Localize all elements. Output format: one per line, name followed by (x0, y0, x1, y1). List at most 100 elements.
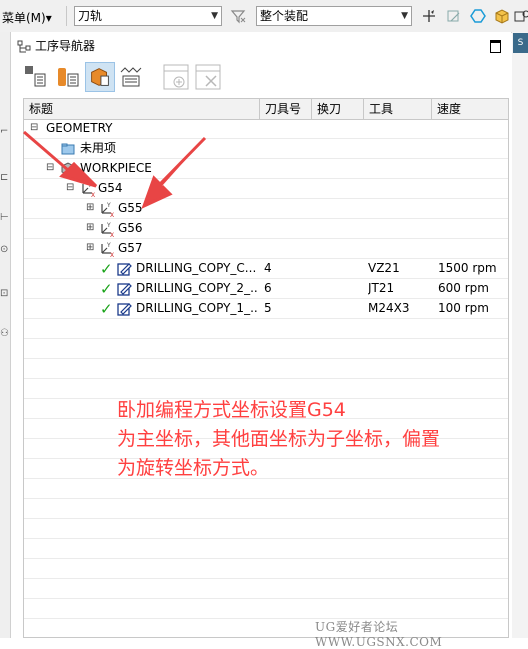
annotation-line-2: 为主坐标，其他面坐标为子坐标，偏置 (117, 428, 441, 450)
empty-row (24, 539, 508, 559)
tree-row-label: G56 (118, 221, 143, 235)
column-header-speed[interactable]: 速度 (432, 99, 508, 119)
annotation-line-1: 卧加编程方式坐标设置G54 (117, 399, 346, 421)
endpoint-icon[interactable] (446, 8, 462, 24)
tool-cell: M24X3 (368, 301, 410, 315)
top-toolbar: 菜单(M)▾ 刀轨 ▼ 整个装配 ▼ (0, 0, 528, 33)
drilling-operation-icon (117, 303, 132, 316)
tree-row-label: G57 (118, 241, 143, 255)
empty-row (24, 599, 508, 619)
tool-number-cell: 4 (264, 261, 272, 275)
annotation-text: 卧加编程方式坐标设置G54 为主坐标，其他面坐标为子坐标，偏置 为旋转坐标方式。 (117, 396, 512, 483)
svg-text:Y: Y (87, 182, 92, 189)
expand-icon[interactable]: ⊞ (86, 243, 94, 253)
tree-row-operation[interactable]: ✓ DRILLING_COPY_2_... 6 JT21 600 rpm (24, 279, 508, 299)
svg-text:Y: Y (106, 222, 111, 229)
geometry-view-button[interactable] (85, 62, 115, 92)
snap-point-icon[interactable] (421, 8, 437, 24)
svg-text:X: X (110, 212, 114, 217)
right-dock-tab[interactable]: S (513, 33, 528, 53)
tree-row-label: DRILLING_COPY_1_... (136, 301, 258, 315)
complete-checkmark-icon: ✓ (100, 280, 113, 298)
empty-row (24, 579, 508, 599)
empty-row (24, 519, 508, 539)
tree-row-g56[interactable]: ⊞ Y X G56 (24, 219, 508, 239)
tree-row-operation[interactable]: ✓ DRILLING_COPY_C... 4 VZ21 1500 rpm (24, 259, 508, 279)
history-tab-icon[interactable]: ⊙ (0, 244, 9, 256)
workpiece-icon (61, 162, 75, 176)
empty-row (24, 499, 508, 519)
tree-row-g57[interactable]: ⊞ Y X G57 (24, 239, 508, 259)
svg-text:Y: Y (106, 202, 111, 209)
delete-view-button[interactable] (193, 62, 223, 92)
annotation-line-3: 为旋转坐标方式。 (117, 457, 270, 479)
assembly-tab-icon[interactable]: ⊢ (0, 212, 9, 224)
type-filter-select[interactable]: 刀轨 ▼ (74, 6, 222, 26)
tool-number-cell: 5 (264, 301, 272, 315)
speed-cell: 1500 rpm (438, 261, 497, 275)
empty-row (24, 559, 508, 579)
navigator-tab-icon[interactable]: ⊏ (0, 172, 9, 184)
column-header-tool-number[interactable]: 刀具号 (260, 99, 312, 119)
panel-header: 工序导航器 (17, 36, 95, 56)
chevron-down-icon: ▼ (401, 11, 408, 21)
selection-filter-icon[interactable] (230, 8, 246, 24)
assembly-scope-select[interactable]: 整个装配 ▼ (256, 6, 412, 26)
menu-label: 菜单(M) (2, 11, 46, 25)
mcs-icon: Y X (101, 202, 114, 217)
operation-navigator-panel: 工序导航器 标题 刀具号 换刀 工具 速度 ⊟ GEOMETRY 未用项 ⊟ W… (11, 32, 511, 638)
empty-row (24, 339, 508, 359)
maximize-icon[interactable] (490, 40, 501, 53)
type-filter-value: 刀轨 (78, 9, 103, 23)
operation-tree-table: 标题 刀具号 换刀 工具 速度 ⊟ GEOMETRY 未用项 ⊟ WORKPIE… (23, 98, 509, 638)
table-header: 标题 刀具号 换刀 工具 速度 (24, 99, 508, 120)
collapse-icon[interactable]: ⊟ (46, 163, 54, 173)
machine-tool-view-button[interactable] (53, 62, 83, 92)
program-order-view-button[interactable] (21, 62, 51, 92)
speed-cell: 100 rpm (438, 301, 489, 315)
tree-row-g55[interactable]: ⊞ Y X G55 (24, 199, 508, 219)
create-operation-button[interactable] (161, 62, 191, 92)
tool-number-cell: 6 (264, 281, 272, 295)
operation-navigator-icon (17, 40, 31, 52)
resource-bar: ⌐ ⊏ ⊢ ⊙ ⊡ ⚇ (0, 32, 11, 638)
tool-cell: JT21 (368, 281, 395, 295)
tree-row-operation[interactable]: ✓ DRILLING_COPY_1_... 5 M24X3 100 rpm (24, 299, 508, 319)
drilling-operation-icon (117, 263, 132, 276)
hexagon-icon[interactable] (470, 8, 486, 24)
part-box-icon[interactable] (494, 8, 510, 24)
speed-cell: 600 rpm (438, 281, 489, 295)
mcs-icon: Y X (101, 242, 114, 257)
empty-row (24, 359, 508, 379)
menu-button[interactable]: 菜单(M)▾ (2, 9, 52, 26)
empty-row (24, 319, 508, 339)
panel-title: 工序导航器 (35, 39, 96, 53)
drilling-operation-icon (117, 283, 132, 296)
tree-row-unused-items[interactable]: 未用项 (24, 139, 508, 159)
tree-row-workpiece[interactable]: ⊟ WORKPIECE (24, 159, 508, 179)
machining-method-view-button[interactable] (117, 62, 147, 92)
chevron-down-icon: ▼ (211, 11, 218, 21)
reuse-library-tab-icon[interactable]: ⊡ (0, 288, 9, 300)
column-header-title[interactable]: 标题 (24, 99, 260, 119)
tree-row-geometry[interactable]: ⊟ GEOMETRY (24, 119, 508, 139)
column-header-tool-change[interactable]: 换刀 (312, 99, 364, 119)
collapse-icon[interactable]: ⊟ (30, 123, 38, 133)
tree-row-label: 未用项 (80, 141, 117, 155)
svg-text:Y: Y (106, 242, 111, 249)
region-select-icon[interactable] (514, 8, 528, 24)
roles-tab-icon[interactable]: ⚇ (0, 328, 9, 340)
collapse-icon[interactable]: ⊟ (66, 183, 74, 193)
tree-row-label: G55 (118, 201, 143, 215)
tree-row-g54[interactable]: ⊟ Y X G54 (24, 179, 508, 199)
tree-row-label: WORKPIECE (80, 161, 152, 175)
expand-icon[interactable]: ⊞ (86, 203, 94, 213)
tree-row-label: G54 (98, 181, 123, 195)
resource-tab-icon[interactable]: ⌐ (0, 126, 9, 138)
tree-row-label: DRILLING_COPY_2_... (136, 281, 258, 295)
mcs-icon: Y X (101, 222, 114, 237)
tool-cell: VZ21 (368, 261, 400, 275)
tree-row-label: GEOMETRY (46, 121, 113, 135)
column-header-tool[interactable]: 工具 (364, 99, 432, 119)
expand-icon[interactable]: ⊞ (86, 223, 94, 233)
